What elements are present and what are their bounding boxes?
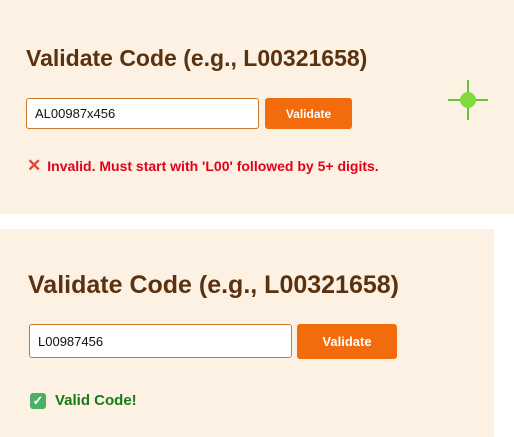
code-input[interactable] (26, 98, 259, 129)
validate-button[interactable]: Validate (297, 324, 397, 359)
crosshair-cursor-icon (448, 80, 488, 120)
validator-panel-invalid: Validate Code (e.g., L00321658) Validate… (0, 0, 514, 214)
error-message-text: Invalid. Must start with 'L00' followed … (47, 157, 379, 174)
panel-title: Validate Code (e.g., L00321658) (28, 271, 399, 299)
check-icon: ✓ (30, 392, 46, 409)
success-message-text: Valid Code! (55, 392, 137, 409)
validator-panel-valid: Validate Code (e.g., L00321658) Validate… (0, 229, 494, 437)
x-mark-icon: ✕ (27, 156, 42, 175)
code-input[interactable] (29, 324, 292, 358)
success-message: ✓ Valid Code! (30, 392, 137, 409)
error-message: ✕ Invalid. Must start with 'L00' followe… (27, 157, 379, 174)
validate-button[interactable]: Validate (265, 98, 352, 129)
panel-title: Validate Code (e.g., L00321658) (26, 45, 368, 71)
